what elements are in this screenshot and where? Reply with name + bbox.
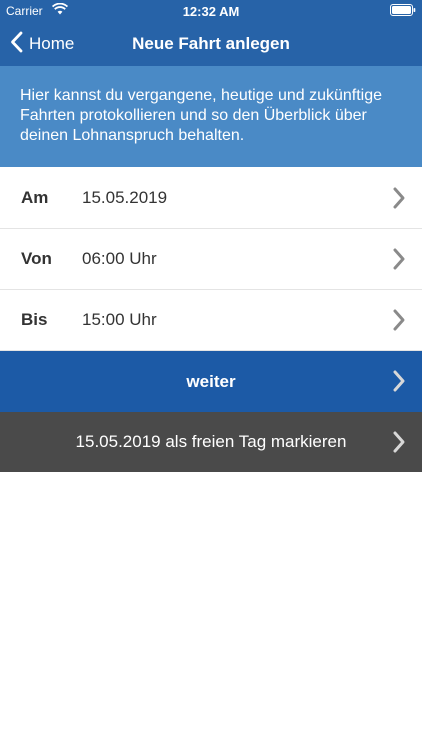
back-button[interactable]: Home — [10, 22, 74, 66]
nav-bar: Home Neue Fahrt anlegen — [0, 22, 422, 66]
top-bar: Carrier 12:32 AM Home Neue Fahrt anlegen — [0, 0, 422, 66]
back-label: Home — [29, 34, 75, 53]
status-bar: Carrier 12:32 AM — [0, 0, 422, 22]
end-time-value: 15:00 Uhr — [82, 310, 157, 329]
next-button-label: weiter — [186, 371, 236, 391]
chevron-right-icon — [392, 308, 406, 337]
back-chevron-icon — [10, 31, 23, 58]
start-time-label: Von — [21, 249, 52, 268]
end-time-label: Bis — [21, 310, 48, 329]
start-time-value: 06:00 Uhr — [82, 249, 157, 268]
date-value: 15.05.2019 — [82, 188, 168, 207]
start-time-row[interactable]: Von 06:00 Uhr — [0, 229, 422, 290]
mark-free-day-label: 15.05.2019 als freien Tag markieren — [75, 432, 347, 451]
battery-icon — [390, 4, 416, 19]
chevron-right-icon — [392, 369, 406, 398]
mark-free-day-button[interactable]: 15.05.2019 als freien Tag markieren — [0, 412, 422, 472]
info-banner: Hier kannst du vergangene, heutige und z… — [0, 66, 422, 167]
chevron-right-icon — [392, 247, 406, 276]
date-row[interactable]: Am 15.05.2019 — [0, 168, 422, 229]
status-time: 12:32 AM — [182, 4, 240, 19]
date-label: Am — [21, 188, 49, 207]
next-button[interactable]: weiter — [0, 351, 422, 412]
chevron-right-icon — [392, 430, 406, 459]
end-time-row[interactable]: Bis 15:00 Uhr — [0, 290, 422, 351]
chevron-right-icon — [392, 186, 406, 215]
